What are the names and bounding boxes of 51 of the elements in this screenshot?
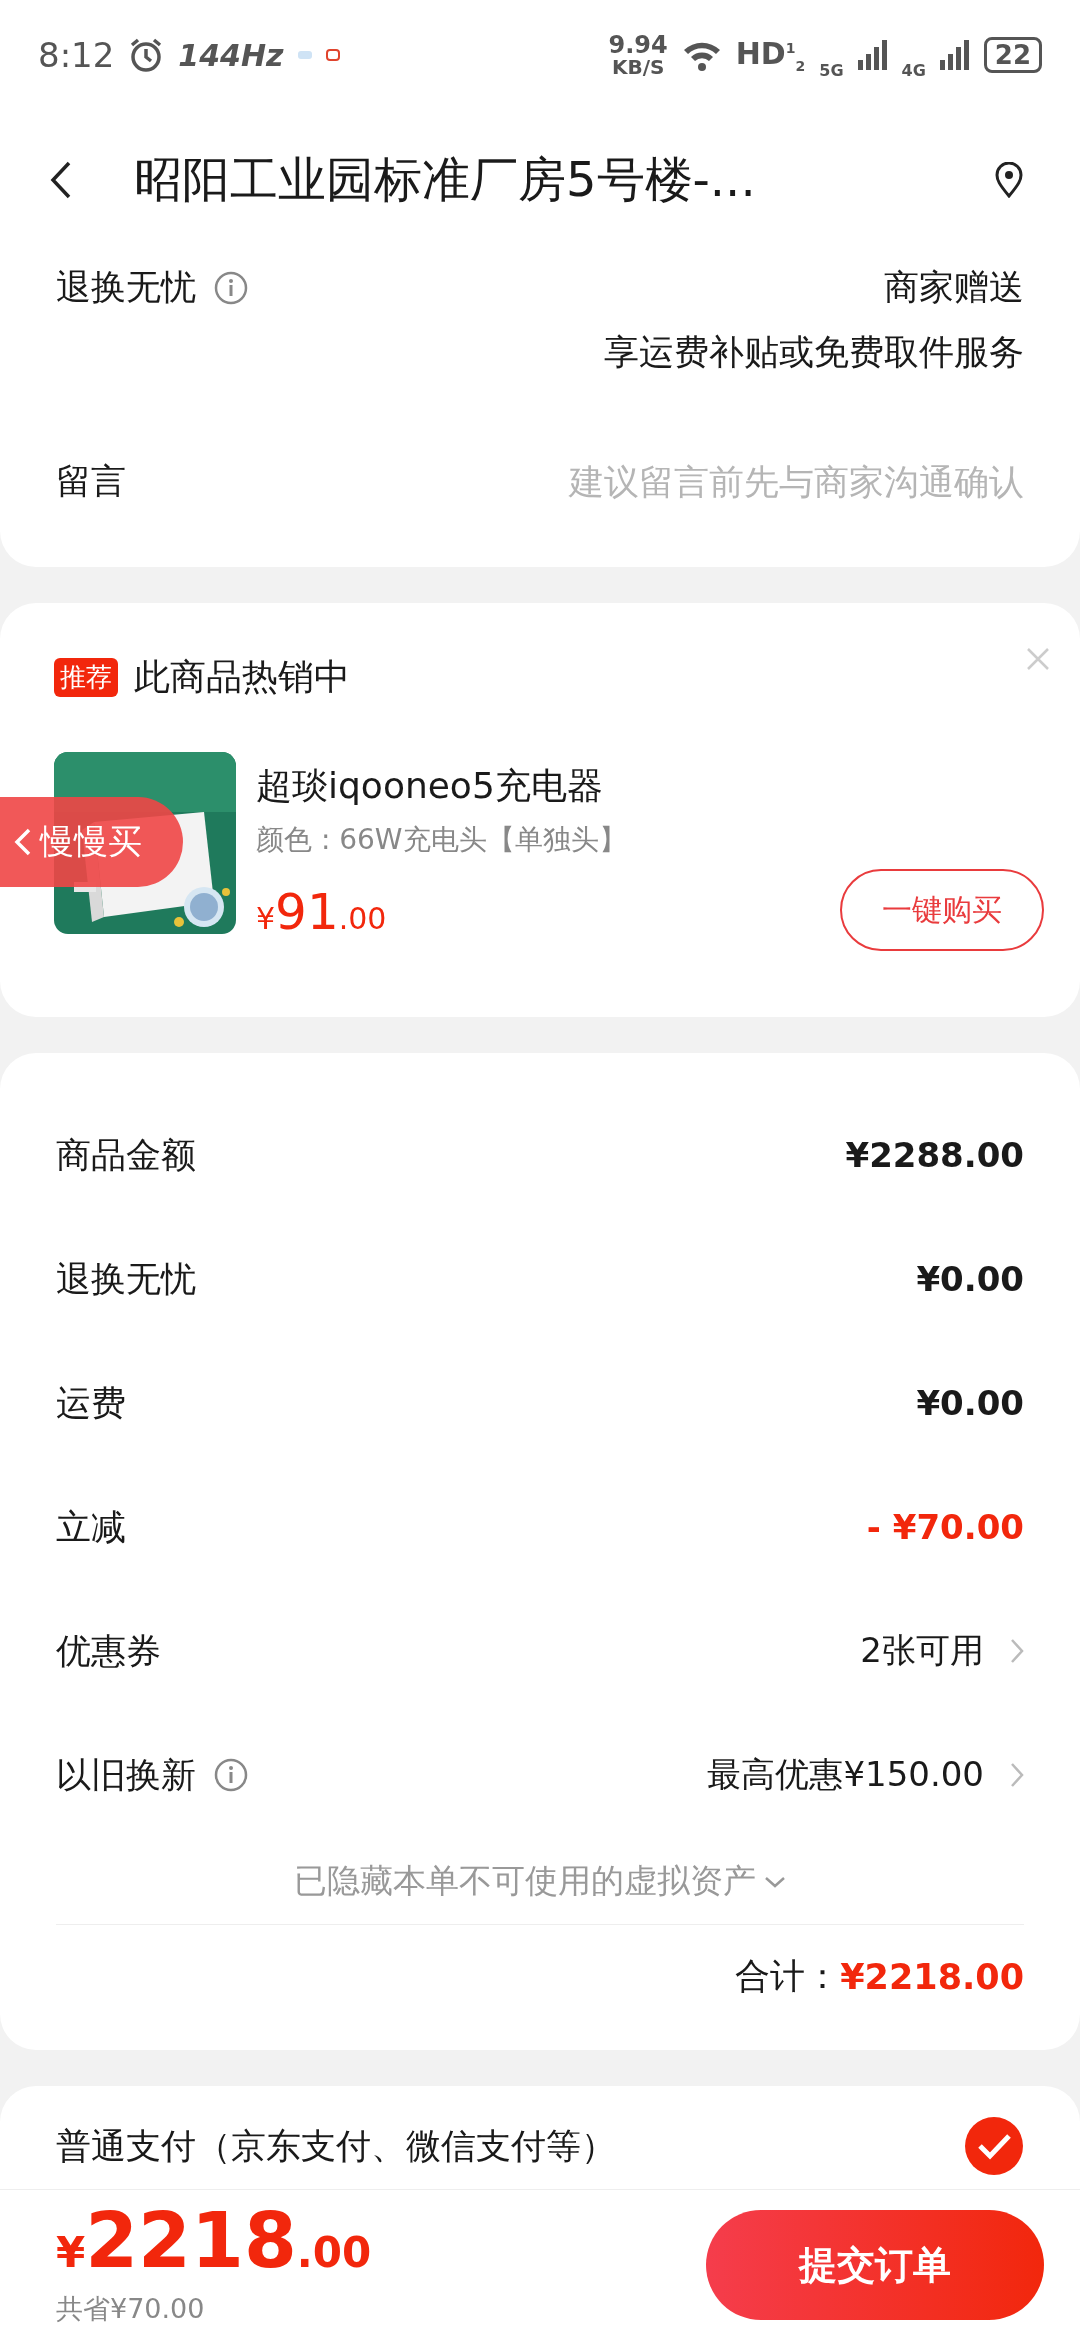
back-icon	[14, 827, 32, 857]
chevron-down-icon[interactable]	[764, 1875, 786, 1888]
payment-option[interactable]: 普通支付（京东支付、微信支付等）	[56, 2122, 616, 2170]
message-label: 留言	[56, 460, 126, 503]
order-price: ¥2218.00	[56, 2203, 372, 2279]
info-icon	[214, 1758, 248, 1792]
row-value[interactable]: 最高优惠¥150.00	[707, 1752, 984, 1798]
signal-icon	[857, 40, 888, 70]
slow-buy-tab[interactable]: 慢慢买	[0, 797, 183, 887]
row-label: 以旧换新	[56, 1753, 196, 1797]
notification-icon	[325, 48, 340, 62]
section-title: 此商品热销中	[134, 655, 350, 699]
service-text: 商家赠送	[884, 266, 1024, 309]
product-price: ¥91.00	[256, 883, 387, 941]
row-label: 退换无忧	[56, 1257, 196, 1301]
row-value: ¥0.00	[916, 1259, 1024, 1299]
total-label: 合计：	[735, 1955, 841, 1998]
product-spec: 颜色 : 66W充电头【单独头】	[256, 822, 628, 858]
chevron-right-icon	[1010, 1638, 1024, 1664]
total-value: ¥2218.00	[840, 1956, 1024, 1997]
location-pin-icon[interactable]	[994, 162, 1024, 198]
submit-order-button[interactable]: 提交订单	[706, 2210, 1044, 2320]
status-time: 8:12	[38, 35, 115, 75]
row-label: 商品金额	[56, 1133, 196, 1177]
network-type: 5G	[819, 60, 844, 80]
address-title: 昭阳工业园标准厂房5号楼-...	[134, 150, 757, 209]
notification-icon	[297, 49, 312, 61]
row-value: ¥2288.00	[845, 1135, 1024, 1175]
back-icon[interactable]	[50, 160, 72, 200]
row-label: 运费	[56, 1381, 126, 1425]
service-text: 享运费补贴或免费取件服务	[604, 331, 1024, 374]
buy-now-button[interactable]: 一键购买	[840, 869, 1044, 951]
refresh-rate: 144Hz	[178, 37, 284, 73]
savings-text: 共省¥70.00	[56, 2292, 206, 2326]
checkbox-checked-icon[interactable]	[964, 2116, 1024, 2176]
battery-level: 22	[983, 37, 1042, 73]
service-label: 退换无忧	[56, 266, 196, 309]
product-name: 超琰iqooneo5充电器	[256, 764, 604, 808]
signal-icon	[939, 40, 970, 70]
row-value[interactable]: 2张可用	[860, 1628, 984, 1674]
hidden-assets-note[interactable]: 已隐藏本单不可使用的虚拟资产	[294, 1859, 756, 1904]
recommend-tag: 推荐	[54, 658, 118, 697]
message-field[interactable]: 建议留言前先与商家沟通确认	[464, 461, 1024, 502]
row-label: 立减	[56, 1505, 126, 1549]
row-value: ¥0.00	[916, 1383, 1024, 1423]
chevron-right-icon	[1010, 1762, 1024, 1788]
row-value: - ¥70.00	[866, 1507, 1024, 1547]
network-type: 4G	[901, 60, 926, 80]
info-icon	[214, 270, 248, 305]
row-label: 优惠券	[56, 1629, 161, 1673]
network-speed: 9.94 KB/S	[608, 33, 668, 77]
